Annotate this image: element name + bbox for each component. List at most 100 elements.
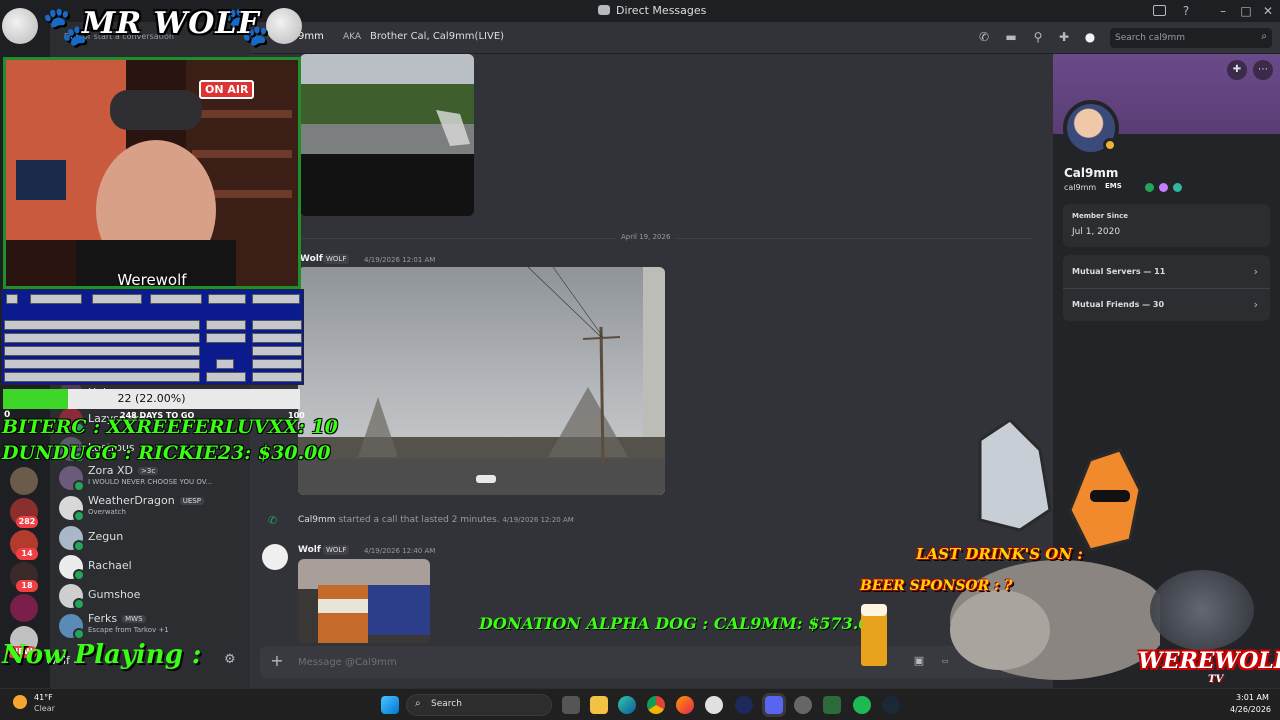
dm-item[interactable]: WeatherDragon UESP Overwatch — [56, 494, 246, 522]
dm-item[interactable]: Zegun — [56, 524, 246, 552]
food-photo — [298, 559, 430, 643]
server-icon[interactable] — [10, 467, 38, 495]
screen: Direct Messages ? – □ ✕ 282 14 18 NEW Ha… — [0, 0, 1280, 720]
taskbar-search[interactable]: ⌕ Search — [406, 694, 552, 716]
dm-name: Ferks MWS — [88, 612, 146, 625]
spotify-icon[interactable] — [853, 696, 871, 714]
key — [206, 372, 246, 382]
webcam-scene — [6, 60, 298, 286]
chrome-icon[interactable] — [647, 696, 665, 714]
mention-badge: 282 — [16, 516, 38, 528]
moon-icon — [266, 8, 302, 44]
avatar — [59, 614, 85, 640]
dm-item[interactable]: Gumshoe — [56, 582, 246, 610]
call-time: 4/19/2026 12:20 AM — [502, 516, 574, 524]
key — [4, 359, 200, 369]
search-box[interactable]: ⌕ — [1110, 28, 1272, 48]
key — [252, 359, 302, 369]
settings-icon[interactable]: ⚙ — [224, 652, 236, 667]
key — [6, 294, 18, 304]
profile-display-name: Cal9mm — [1064, 166, 1119, 180]
app-icon[interactable] — [823, 696, 841, 714]
file-explorer-icon[interactable] — [590, 696, 608, 714]
gift-icon[interactable]: ▣ — [912, 654, 926, 668]
task-view-icon[interactable] — [562, 696, 580, 714]
avatar — [59, 584, 85, 610]
key — [150, 294, 202, 304]
inbox-icon[interactable] — [1153, 5, 1166, 16]
keyboard-overlay — [1, 289, 304, 385]
app-icon[interactable] — [794, 696, 812, 714]
add-friend-icon[interactable]: ✚ — [1227, 60, 1247, 80]
edge-icon[interactable] — [618, 696, 636, 714]
more-icon[interactable]: ⋯ — [1253, 60, 1273, 80]
avatar — [59, 496, 85, 522]
message-composer: + ▣ ▭ — [260, 646, 1043, 678]
dm-tag: >3c — [138, 467, 159, 475]
weather-icon[interactable] — [13, 695, 27, 709]
dm-name: Rachael — [88, 559, 132, 572]
discord-icon[interactable] — [765, 696, 783, 714]
image-attachment[interactable] — [298, 559, 430, 643]
app-icon[interactable] — [705, 696, 723, 714]
add-friend-icon[interactable]: ✚ — [1057, 30, 1071, 44]
key — [252, 333, 302, 343]
dm-item[interactable]: Rachael — [56, 553, 246, 581]
image-attachment[interactable] — [298, 267, 665, 495]
message-author[interactable]: Wolf — [300, 254, 323, 264]
video-icon[interactable]: ▬ — [1004, 30, 1018, 44]
weather-condition[interactable]: Clear — [34, 704, 55, 713]
firefox-icon[interactable] — [676, 696, 694, 714]
chevron-right-icon[interactable]: › — [1254, 265, 1258, 278]
chevron-right-icon[interactable]: › — [1254, 298, 1258, 311]
brand-logo-sub: TV — [1208, 674, 1224, 685]
start-icon[interactable] — [381, 696, 399, 714]
idle-status-icon — [1103, 138, 1117, 152]
weather-temp[interactable]: 41°F — [34, 693, 53, 702]
call-author[interactable]: Cal9mm — [298, 515, 336, 525]
discord-icon — [598, 5, 610, 15]
maximize-button[interactable]: □ — [1236, 2, 1256, 20]
dm-name: WeatherDragon UESP — [88, 494, 204, 507]
brand-logo: WEREWOLF — [1138, 648, 1280, 674]
help-icon[interactable]: ? — [1176, 2, 1196, 20]
attach-plus-icon[interactable]: + — [268, 652, 286, 670]
key — [252, 320, 302, 330]
mutual-friends[interactable]: Mutual Friends — 30 — [1072, 300, 1164, 309]
beer-sponsor-label: BEER SPONSOR : ? — [860, 578, 1013, 594]
server-icon[interactable] — [10, 594, 38, 622]
clock-date[interactable]: 4/26/2026 — [1230, 705, 1271, 714]
image-attachment[interactable] — [300, 54, 474, 216]
moon-icon — [2, 8, 38, 44]
message-author[interactable]: Wolf — [298, 545, 321, 555]
message-timestamp: 4/19/2026 12:01 AM — [364, 256, 436, 264]
mutual-servers[interactable]: Mutual Servers — 11 — [1072, 267, 1165, 276]
dm-item[interactable]: Zora XD >3c I WOULD NEVER CHOOSE YOU OV..… — [56, 464, 246, 492]
minimize-button[interactable]: – — [1213, 2, 1233, 20]
pin-icon[interactable]: ⚲ — [1031, 30, 1045, 44]
message-input[interactable] — [298, 654, 818, 670]
key — [4, 372, 200, 382]
sky-photo — [298, 267, 665, 495]
search-icon: ⌕ — [415, 698, 421, 709]
phone-icon[interactable]: ✆ — [977, 30, 991, 44]
avatar[interactable] — [262, 544, 288, 570]
key — [206, 333, 246, 343]
search-input[interactable] — [1115, 31, 1245, 45]
goal-progress-bar: 22 (22.00%) — [3, 389, 300, 409]
dm-tag: MWS — [122, 615, 146, 623]
taskbar-search-label: Search — [431, 699, 462, 709]
dm-name: Zegun — [88, 530, 124, 543]
app-icon[interactable] — [735, 696, 753, 714]
user-profile-icon[interactable]: ● — [1083, 30, 1097, 44]
clock-time[interactable]: 3:01 AM — [1236, 693, 1269, 702]
close-button[interactable]: ✕ — [1258, 2, 1278, 20]
member-since-card: Member Since Jul 1, 2020 — [1063, 204, 1270, 247]
chat-header: Find or start a conversation 9mm AKA Bro… — [64, 22, 1280, 54]
steam-icon[interactable] — [882, 696, 900, 714]
call-event: Cal9mm started a call that lasted 2 minu… — [298, 515, 574, 525]
dm-item[interactable]: Ferks MWS Escape from Tarkov +1 — [56, 612, 246, 640]
avatar — [59, 526, 85, 552]
webcam-name: Werewolf — [117, 271, 187, 289]
now-playing-label: Now Playing : — [2, 640, 202, 670]
